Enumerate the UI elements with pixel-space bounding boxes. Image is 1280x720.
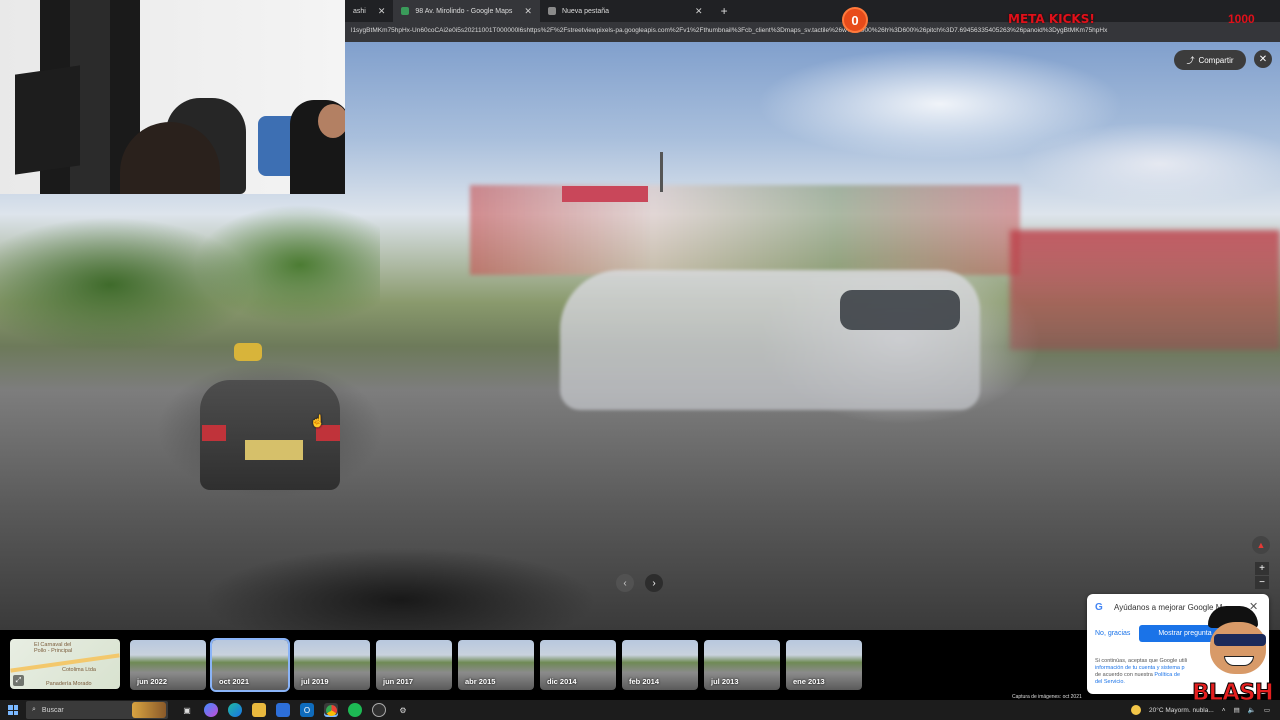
tab-label: ashi [353, 7, 366, 15]
network-icon[interactable]: ▤ [1234, 706, 1240, 714]
expand-icon[interactable]: ⤢ [13, 675, 24, 686]
thumbnail-date: jun 2017 [383, 677, 414, 686]
yellow-taxi [234, 343, 262, 361]
close-icon[interactable]: ✕ [1254, 50, 1272, 68]
minimap[interactable]: El Carnaval del Pollo - Principal Cotoli… [10, 639, 120, 689]
thumbnail-date: feb 2014 [629, 677, 660, 686]
timeline-thumbnail[interactable]: jul 2013 [704, 640, 780, 690]
file-explorer-icon[interactable] [252, 703, 266, 717]
timeline-thumbnail[interactable]: jun 2017 [376, 640, 452, 690]
trees [0, 195, 380, 375]
thumbnail-date: ene 2013 [793, 677, 825, 686]
timeline-thumbnail[interactable]: abr 2015 [458, 640, 534, 690]
taskbar-search[interactable]: ⌕ Buscar [26, 701, 168, 719]
close-icon[interactable]: ✕ [524, 6, 532, 17]
minimap-label: Panadería Morado [46, 681, 92, 687]
meta-label: META KICKS! [1008, 12, 1095, 26]
timeline-thumbnail[interactable]: ene 2013 [786, 640, 862, 690]
obs-icon[interactable] [372, 703, 386, 717]
tab-new[interactable]: Nueva pestaña ✕ [540, 0, 711, 22]
timeline-thumbnail[interactable]: jul 2019 [294, 640, 370, 690]
timeline-thumbnail[interactable]: feb 2014 [622, 640, 698, 690]
license-plate [245, 440, 303, 460]
tab-google-maps[interactable]: 98 Av. Mirolindo - Google Maps ✕ [393, 0, 540, 22]
webcam-overlay [0, 0, 345, 194]
streamer-mascot-logo: BLASH [1190, 600, 1280, 712]
chevron-right-icon[interactable]: › [645, 574, 663, 592]
search-icon: ⌕ [32, 706, 36, 713]
webcam-face [318, 104, 345, 138]
newtab-favicon-icon [547, 7, 556, 15]
spotify-icon[interactable] [348, 703, 362, 717]
chevron-left-icon[interactable]: ‹ [616, 574, 634, 592]
task-view-icon[interactable]: ▣ [180, 703, 194, 717]
disclaimer-text: Si continúas, aceptas que Google utili [1095, 658, 1188, 664]
meta-goal: 1000 [1228, 12, 1255, 26]
share-icon: ⤴ [1186, 55, 1195, 65]
disclaimer-text: de acuerdo con nuestra [1095, 672, 1155, 678]
plus-icon[interactable]: + [711, 4, 738, 18]
minimap-label: Cotolima Ltda [62, 667, 96, 673]
share-label: Compartir [1198, 55, 1234, 65]
kick-counter: 0 [842, 7, 868, 33]
timeline-thumbnail[interactable]: dic 2014 [540, 640, 616, 690]
screen: ☝ ashi ✕ 98 Av. Mirolindo - Google Maps … [0, 0, 1280, 720]
chevron-up-icon[interactable]: ˄ [1222, 707, 1226, 714]
tab-label: 98 Av. Mirolindo - Google Maps [415, 7, 513, 15]
thumbnail-date: oct 2021 [219, 677, 250, 686]
meta-kicks-overlay: 0 META KICKS! 1000 [842, 6, 1270, 34]
account-info-link[interactable]: información de tu cuenta y sistema p [1095, 665, 1185, 671]
thumbnail-date: jul 2013 [711, 677, 739, 686]
maps-favicon-icon [401, 7, 410, 15]
mascot-glasses [1214, 634, 1266, 646]
thumbnail-date: dic 2014 [547, 677, 577, 686]
windows-taskbar: ⌕ Buscar ▣ O ⚙ 20°C Mayorm. nubla... ˄ ▤… [0, 700, 1280, 720]
hand-cursor-icon: ☝ [310, 414, 325, 428]
close-icon[interactable]: ✕ [378, 6, 386, 17]
tab-label: Nueva pestaña [561, 7, 610, 15]
volume-icon[interactable]: 🔈 [1248, 706, 1256, 714]
no-thanks-button[interactable]: No, gracias [1095, 630, 1130, 637]
taillight-left [202, 425, 226, 441]
weather-text: 20°C Mayorm. nubla... [1149, 706, 1214, 714]
policy-link[interactable]: Política de [1154, 672, 1180, 678]
share-button[interactable]: ⤴ Compartir [1174, 50, 1246, 70]
store-icon[interactable] [276, 703, 290, 717]
battery-icon[interactable]: ▭ [1264, 706, 1270, 714]
tab-previous[interactable]: ashi ✕ [345, 0, 393, 22]
thumbnail-date: abr 2015 [465, 677, 496, 686]
weather-icon [1131, 705, 1142, 715]
terms-link[interactable]: del Servicio. [1095, 679, 1125, 685]
search-placeholder: Buscar [41, 706, 64, 714]
pole [660, 152, 663, 192]
store-sign [562, 186, 648, 202]
outlook-icon[interactable]: O [300, 703, 314, 717]
storefront [470, 185, 1020, 275]
windows-start-icon[interactable] [0, 700, 26, 720]
chrome-icon[interactable] [324, 703, 338, 717]
timeline-thumbnail-selected[interactable]: oct 2021 [210, 638, 290, 692]
close-icon[interactable]: ✕ [695, 6, 703, 17]
mascot-face [1210, 622, 1266, 674]
copilot-icon[interactable] [204, 703, 218, 717]
timeline-thumbnail[interactable]: jun 2022 [130, 640, 206, 690]
google-logo-icon: G [1095, 602, 1103, 613]
timeline-thumbnails: jun 2022 oct 2021 jul 2019 jun 2017 abr … [130, 638, 862, 692]
thumbnail-date: jun 2022 [137, 677, 168, 686]
taskbar-apps: ▣ O ⚙ [180, 703, 410, 717]
thumbnail-date: jul 2019 [301, 677, 329, 686]
settings-gear-icon[interactable]: ⚙ [396, 703, 410, 717]
minimap-label: Pollo - Principal [34, 648, 73, 654]
popup-disclaimer: Si continúas, aceptas que Google utili i… [1095, 658, 1205, 686]
webcam-monitor [15, 65, 80, 175]
compass-icon[interactable]: ▲ [1252, 536, 1270, 554]
search-highlight-image [132, 702, 166, 718]
zoom-out-button[interactable]: − [1255, 576, 1269, 589]
red-wall [1010, 230, 1280, 350]
suv-window [840, 290, 960, 330]
zoom-in-button[interactable]: + [1255, 562, 1269, 575]
edge-icon[interactable] [228, 703, 242, 717]
system-tray: 20°C Mayorm. nubla... ˄ ▤ 🔈 ▭ [1131, 700, 1270, 720]
